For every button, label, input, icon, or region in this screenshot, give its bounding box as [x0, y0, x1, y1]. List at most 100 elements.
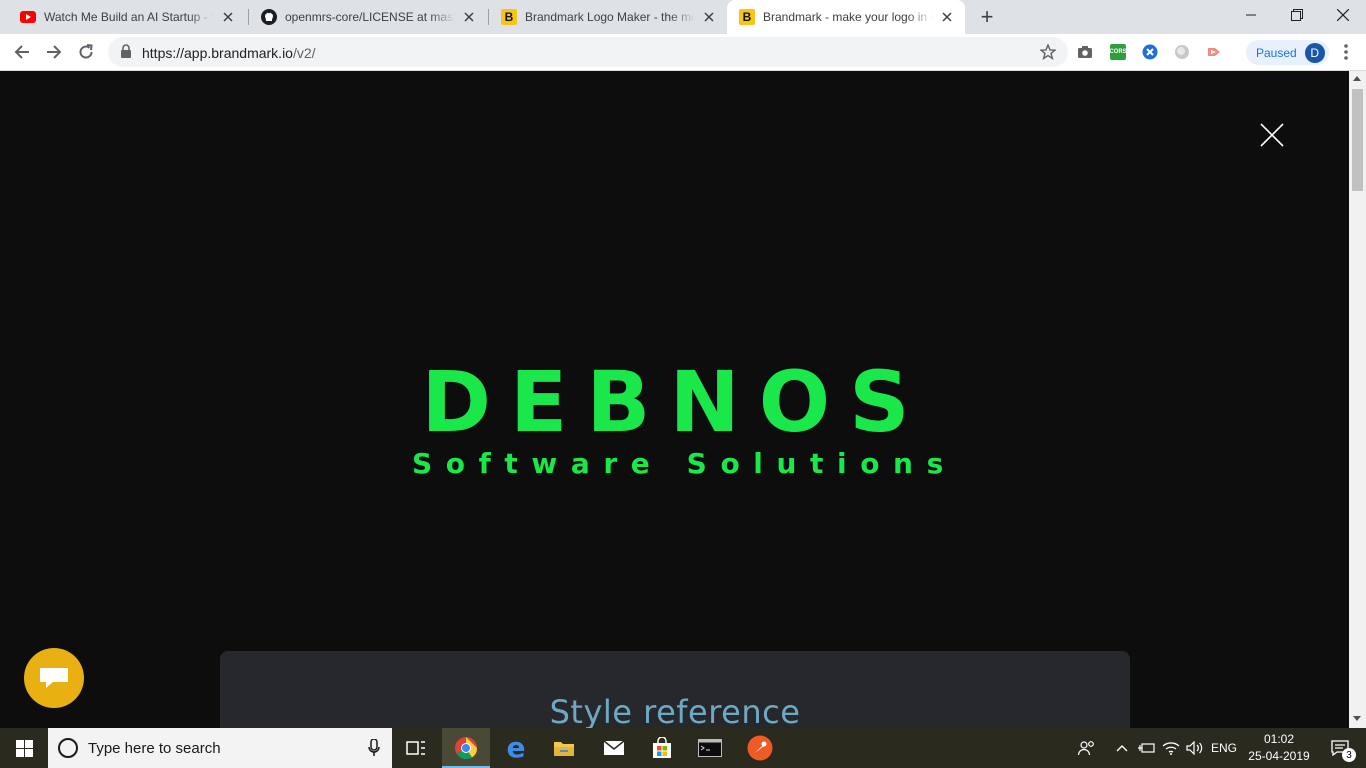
close-tab-icon[interactable] [220, 9, 236, 25]
taskbar-clock[interactable]: 01:02 25-04-2019 [1240, 731, 1318, 765]
restore-button[interactable] [1274, 0, 1320, 30]
cast-extension-icon[interactable] [1206, 44, 1222, 60]
forward-button[interactable] [40, 38, 68, 66]
edge-taskbar-button[interactable]: e [492, 728, 540, 768]
chevron-up-icon [1116, 745, 1128, 752]
volume-button[interactable] [1184, 728, 1206, 768]
clock-date: 25-04-2019 [1248, 749, 1310, 763]
github-icon [261, 9, 277, 25]
mail-taskbar-button[interactable] [590, 728, 638, 768]
notification-count-badge: 3 [1342, 748, 1356, 762]
url-text: https://app.brandmark.io/v2/ [142, 45, 316, 61]
chrome-icon [455, 737, 478, 760]
input-language-button[interactable]: ENG [1208, 728, 1240, 768]
language-label: ENG [1210, 741, 1237, 755]
clock-time: 01:02 [1263, 732, 1295, 746]
action-center-button[interactable]: 3 [1320, 728, 1360, 768]
url-host: https://app.brandmark.io [142, 45, 293, 61]
scrollbar-thumb[interactable] [1352, 89, 1363, 191]
file-explorer-taskbar-button[interactable] [540, 728, 588, 768]
microphone-icon[interactable] [368, 739, 380, 757]
logo-name: DEBNOS [421, 353, 929, 451]
tab-title: Brandmark - make your logo in m [763, 10, 933, 24]
browser-toolbar: https://app.brandmark.io/v2/ CORS Paused… [0, 34, 1366, 71]
store-taskbar-button[interactable] [638, 728, 686, 768]
tab-brandmark-active[interactable]: B Brandmark - make your logo in m [727, 0, 965, 34]
store-icon [653, 737, 671, 758]
style-reference-panel: Style reference [220, 651, 1130, 728]
tab-title: Watch Me Build an AI Startup - Yo [44, 10, 214, 24]
mail-icon [603, 740, 625, 755]
close-window-icon [1337, 9, 1349, 21]
camera-extension-icon[interactable] [1077, 44, 1093, 60]
file-explorer-icon [554, 742, 574, 756]
minimize-icon [1246, 14, 1256, 16]
tab-brandmark-logo-maker[interactable]: B Brandmark Logo Maker - the mo [489, 0, 727, 34]
logo-tagline: Software Solutions [412, 447, 957, 480]
reload-icon [79, 44, 93, 59]
address-bar[interactable]: https://app.brandmark.io/v2/ [108, 37, 1068, 67]
chat-bubble-icon [40, 668, 68, 688]
tab-title: openmrs-core/LICENSE at master [285, 10, 455, 24]
bookmark-star-icon[interactable] [1040, 44, 1056, 60]
people-icon [1078, 741, 1094, 756]
terminal-taskbar-button[interactable] [686, 728, 734, 768]
task-view-button[interactable] [392, 728, 440, 768]
new-tab-button[interactable]: + [976, 6, 998, 28]
brandmark-icon-letter: B [742, 10, 752, 24]
profile-paused-button[interactable]: Paused D [1246, 40, 1329, 65]
close-icon [1260, 123, 1284, 147]
tab-title: Brandmark Logo Maker - the mo [525, 10, 695, 24]
style-reference-heading: Style reference [549, 693, 801, 728]
url-path: /v2/ [292, 45, 316, 61]
minimize-button[interactable] [1228, 0, 1274, 30]
brandmark-icon: B [501, 9, 517, 25]
xmind-extension-icon[interactable] [1142, 44, 1158, 60]
close-window-button[interactable] [1320, 0, 1366, 30]
taskbar-search-box[interactable]: Type here to search [48, 728, 392, 768]
close-tab-icon[interactable] [701, 9, 717, 25]
power-status-button[interactable] [1136, 728, 1158, 768]
wifi-icon [1162, 742, 1180, 755]
chat-button[interactable] [24, 648, 84, 708]
wifi-button[interactable] [1160, 728, 1182, 768]
people-button[interactable] [1076, 728, 1098, 768]
new-tab-label: + [980, 4, 994, 29]
back-arrow-icon [14, 45, 29, 59]
close-preview-button[interactable] [1260, 123, 1284, 147]
postman-taskbar-button[interactable] [736, 728, 784, 768]
terminal-icon [698, 739, 722, 757]
cors-extension-icon[interactable]: CORS [1109, 44, 1127, 60]
edge-icon: e [506, 731, 526, 764]
chrome-taskbar-button[interactable] [442, 728, 490, 768]
circle-extension-icon[interactable] [1174, 44, 1190, 60]
browser-menu-button[interactable] [1336, 42, 1356, 62]
search-placeholder: Type here to search [88, 739, 221, 757]
scroll-down-arrow-icon[interactable] [1353, 716, 1361, 721]
start-button[interactable] [0, 728, 48, 768]
windows-taskbar: Type here to search e ENG 01:02 25-04-20… [0, 728, 1366, 768]
lock-icon[interactable] [120, 44, 132, 59]
battery-plug-icon [1138, 743, 1155, 753]
profile-status: Paused [1256, 45, 1297, 60]
youtube-icon [20, 9, 36, 25]
forward-arrow-icon [47, 45, 62, 59]
brandmark-page: DEBNOS Software Solutions Style referenc… [0, 71, 1349, 728]
tab-github[interactable]: openmrs-core/LICENSE at master [249, 0, 487, 34]
postman-icon [747, 735, 773, 761]
brandmark-icon-letter: B [504, 10, 514, 24]
reload-button[interactable] [72, 38, 100, 66]
speaker-icon [1186, 741, 1203, 755]
close-tab-icon[interactable] [939, 9, 955, 25]
page-scrollbar[interactable] [1349, 71, 1366, 728]
task-view-icon [406, 741, 425, 755]
kebab-menu-icon [1344, 44, 1348, 60]
show-hidden-icons-button[interactable] [1112, 728, 1132, 768]
cortana-icon [58, 738, 78, 758]
tab-youtube[interactable]: Watch Me Build an AI Startup - Yo [8, 0, 246, 34]
windows-logo-icon [15, 739, 33, 757]
scroll-up-arrow-icon[interactable] [1353, 76, 1361, 81]
brandmark-icon: B [739, 9, 755, 25]
close-tab-icon[interactable] [461, 9, 477, 25]
back-button[interactable] [8, 38, 36, 66]
